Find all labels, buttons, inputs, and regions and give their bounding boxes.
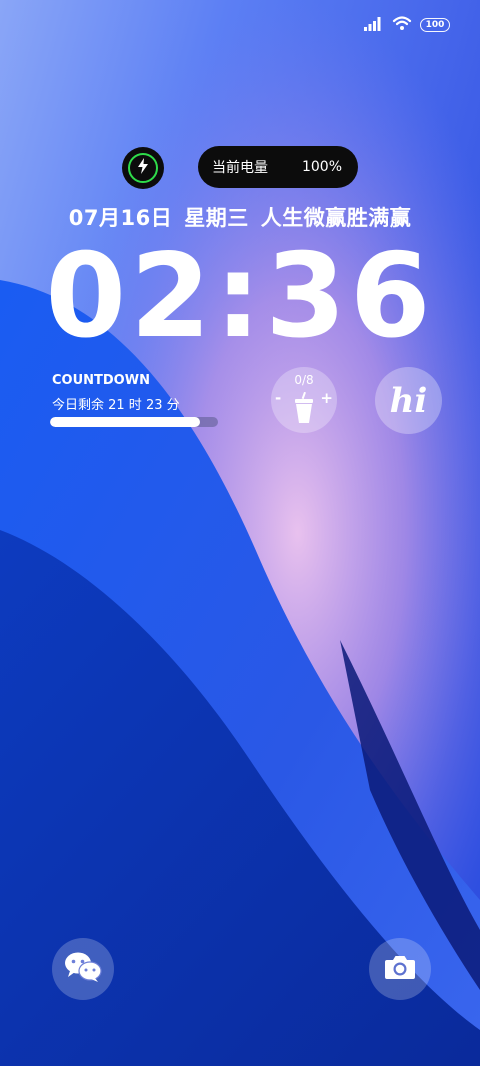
countdown-progress-fill: [50, 417, 200, 427]
weekday-text: 星期三: [184, 206, 249, 230]
signal-icon: [364, 16, 384, 35]
camera-icon: [384, 954, 416, 984]
battery-icon: 100: [420, 18, 450, 32]
battery-label: 当前电量: [212, 160, 268, 176]
camera-shortcut-button[interactable]: [369, 938, 431, 1000]
hi-text: hi: [389, 380, 428, 421]
date-text: 07月16日: [68, 206, 173, 230]
water-minus-button[interactable]: -: [275, 389, 281, 407]
slogan-text: 人生微赢胜满赢: [260, 206, 412, 230]
wifi-icon: [392, 15, 412, 35]
water-plus-button[interactable]: +: [320, 389, 333, 407]
water-count: 0/8: [294, 373, 314, 387]
countdown-title: COUNTDOWN: [52, 373, 150, 388]
wechat-shortcut-button[interactable]: [52, 938, 114, 1000]
hi-widget[interactable]: hi: [375, 367, 442, 434]
battery-value: 100%: [301, 159, 342, 175]
countdown-remaining: 今日剩余 21 时 23 分: [52, 398, 180, 413]
wechat-icon: [64, 951, 102, 987]
charging-indicator: [122, 147, 164, 189]
clock: 02:36: [45, 229, 435, 364]
water-tracker-widget[interactable]: 0/8 - +: [271, 367, 337, 433]
date-line: 07月16日 星期三 人生微赢胜满赢: [0, 202, 480, 232]
lightning-icon: [136, 158, 150, 178]
cup-icon: [293, 391, 315, 428]
countdown-progress-bar: [50, 417, 218, 427]
battery-capsule: 当前电量 100%: [198, 146, 358, 188]
status-bar: 100: [364, 14, 450, 36]
